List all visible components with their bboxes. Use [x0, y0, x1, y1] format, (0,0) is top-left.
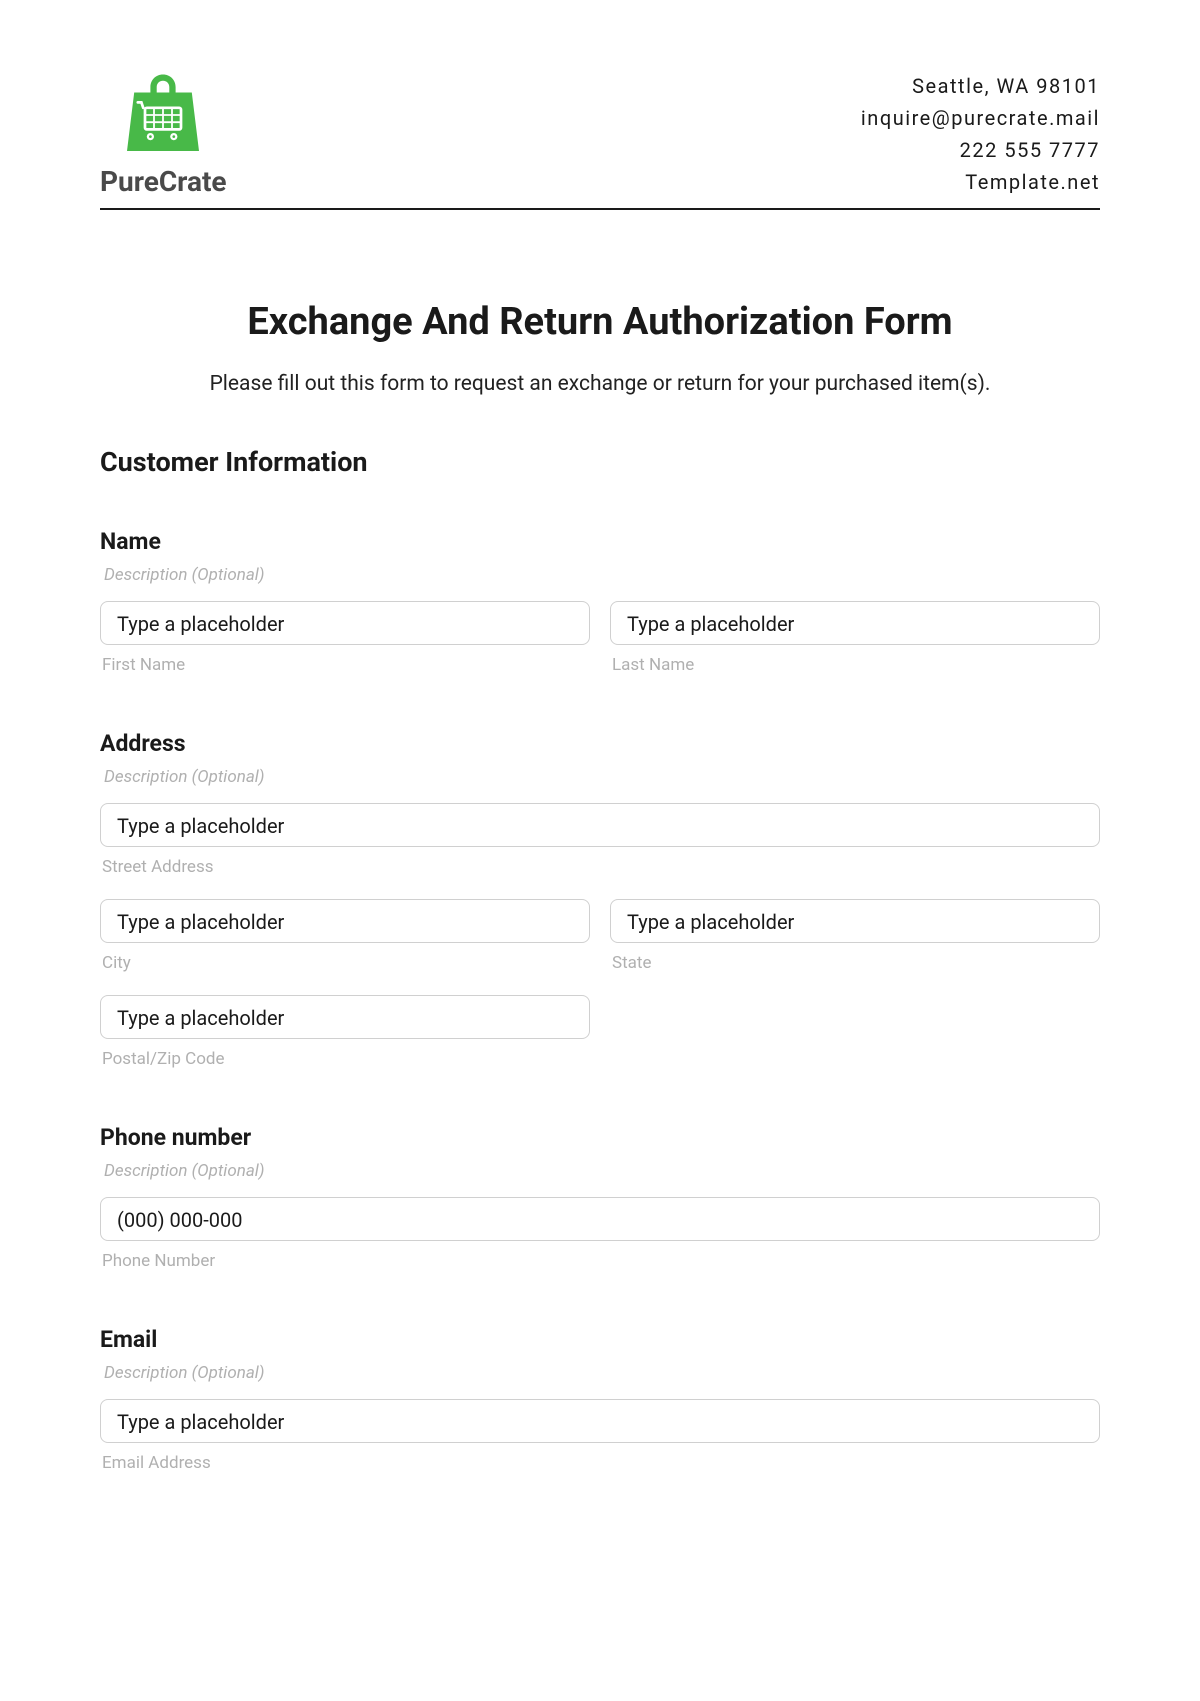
- phone-input[interactable]: (000) 000-000: [100, 1197, 1100, 1241]
- contact-email: inquire@purecrate.mail: [861, 102, 1100, 134]
- phone-sublabel: Phone Number: [100, 1251, 1100, 1271]
- email-desc: Description (Optional): [100, 1363, 1100, 1383]
- logo-block: PureCrate: [100, 70, 227, 198]
- address-label: Address: [100, 730, 1100, 757]
- last-name-sublabel: Last Name: [610, 655, 1100, 675]
- field-phone: Phone number Description (Optional) (000…: [100, 1124, 1100, 1271]
- shopping-bag-cart-icon: [118, 70, 208, 160]
- field-name: Name Description (Optional) Type a place…: [100, 528, 1100, 675]
- first-name-sublabel: First Name: [100, 655, 590, 675]
- contact-info: Seattle, WA 98101 inquire@purecrate.mail…: [861, 70, 1100, 198]
- first-name-input[interactable]: Type a placeholder: [100, 601, 590, 645]
- email-label: Email: [100, 1326, 1100, 1353]
- city-sublabel: City: [100, 953, 590, 973]
- contact-address: Seattle, WA 98101: [861, 70, 1100, 102]
- email-input[interactable]: Type a placeholder: [100, 1399, 1100, 1443]
- name-label: Name: [100, 528, 1100, 555]
- address-desc: Description (Optional): [100, 767, 1100, 787]
- contact-site: Template.net: [861, 166, 1100, 198]
- brand-name: PureCrate: [100, 165, 227, 198]
- contact-phone: 222 555 7777: [861, 134, 1100, 166]
- phone-label: Phone number: [100, 1124, 1100, 1151]
- street-address-sublabel: Street Address: [100, 857, 1100, 877]
- field-email: Email Description (Optional) Type a plac…: [100, 1326, 1100, 1473]
- email-sublabel: Email Address: [100, 1453, 1100, 1473]
- form-title: Exchange And Return Authorization Form: [100, 300, 1100, 344]
- form-description: Please fill out this form to request an …: [100, 372, 1100, 396]
- postal-input[interactable]: Type a placeholder: [100, 995, 590, 1039]
- field-address: Address Description (Optional) Type a pl…: [100, 730, 1100, 1069]
- name-desc: Description (Optional): [100, 565, 1100, 585]
- street-address-input[interactable]: Type a placeholder: [100, 803, 1100, 847]
- city-input[interactable]: Type a placeholder: [100, 899, 590, 943]
- state-sublabel: State: [610, 953, 1100, 973]
- state-input[interactable]: Type a placeholder: [610, 899, 1100, 943]
- page-header: PureCrate Seattle, WA 98101 inquire@pure…: [100, 70, 1100, 210]
- phone-desc: Description (Optional): [100, 1161, 1100, 1181]
- postal-sublabel: Postal/Zip Code: [100, 1049, 590, 1069]
- section-customer-info: Customer Information: [100, 446, 1100, 478]
- last-name-input[interactable]: Type a placeholder: [610, 601, 1100, 645]
